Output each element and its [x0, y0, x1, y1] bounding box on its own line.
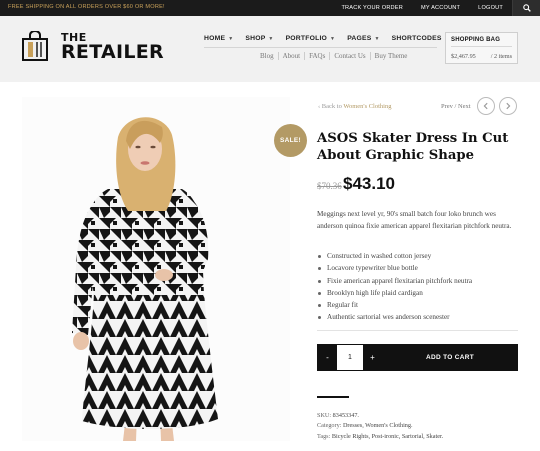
nav-pages[interactable]: PAGES ▼	[347, 35, 379, 42]
quantity-increase-button[interactable]: +	[363, 345, 382, 370]
nav-portfolio-label: PORTFOLIO	[285, 35, 328, 42]
sale-badge: SALE!	[274, 124, 307, 157]
quantity-decrease-button[interactable]: -	[318, 345, 337, 370]
meta-divider	[317, 396, 349, 398]
nav-shortcodes[interactable]: SHORTCODES▼	[392, 35, 450, 42]
category-links[interactable]: Dresses, Women's Clothing.	[343, 422, 413, 429]
shopping-bag-title: SHOPPING BAG	[451, 37, 501, 43]
search-icon	[522, 4, 531, 12]
section-divider	[317, 330, 518, 331]
subnav-blog[interactable]: Blog	[256, 52, 279, 60]
old-price: $70.36	[317, 181, 342, 191]
sku-row: SKU: 83453347.	[317, 411, 443, 421]
product-image[interactable]	[22, 97, 290, 441]
track-order-link[interactable]: TRACK YOUR ORDER	[332, 0, 412, 16]
chevron-down-icon: ▼	[228, 35, 234, 42]
feature-list: Constructed in washed cotton jersey Loca…	[317, 250, 522, 324]
sku-value: 83453347.	[332, 412, 359, 419]
search-button[interactable]	[512, 0, 540, 16]
nav-portfolio[interactable]: PORTFOLIO ▼	[286, 35, 336, 42]
feature-item: Regular fit	[317, 299, 522, 311]
top-links: TRACK YOUR ORDER MY ACCOUNT LOGOUT	[332, 0, 540, 16]
nav-shortcodes-label: SHORTCODES	[391, 35, 442, 42]
sale-price: $43.10	[343, 174, 395, 193]
previous-product-button[interactable]	[477, 97, 495, 115]
site-logo[interactable]: THE RETAILER	[61, 32, 164, 64]
back-link-prefix: ‹ Back to	[318, 103, 344, 110]
quantity-input[interactable]	[337, 345, 363, 370]
logout-link[interactable]: LOGOUT	[469, 0, 512, 16]
category-row: Category: Dresses, Women's Clothing.	[317, 421, 443, 431]
chevron-left-icon	[483, 102, 488, 110]
tag-links[interactable]: Bicycle Rights, Post-ironic, Sartorial, …	[332, 433, 443, 440]
secondary-navigation: Blog About FAQs Contact Us Buy Theme	[256, 52, 411, 60]
logo-line-2: RETAILER	[61, 41, 164, 64]
category-label: Category:	[317, 422, 343, 430]
shopping-bag-widget[interactable]: SHOPPING BAG $2,467.95 / 2 items	[445, 32, 518, 64]
nav-shop[interactable]: SHOP ▼	[245, 35, 273, 42]
feature-item: Locavore typewriter blue bottle	[317, 262, 522, 274]
product-description: Meggings next level yr, 90's small batch…	[317, 210, 512, 230]
tags-label: Tags:	[317, 432, 332, 440]
next-product-button[interactable]	[499, 97, 517, 115]
site-header: THE RETAILER HOME ▼ SHOP ▼ PORTFOLIO ▼ PAGE…	[0, 16, 540, 82]
add-to-cart-button[interactable]: ADD TO CART	[382, 344, 518, 371]
subnav-buy-theme[interactable]: Buy Theme	[371, 52, 412, 60]
free-shipping-banner: FREE SHIPPING ON ALL ORDERS OVER $60 OR …	[8, 4, 165, 10]
my-account-link[interactable]: MY ACCOUNT	[412, 0, 469, 16]
feature-item: Constructed in washed cotton jersey	[317, 250, 522, 262]
top-bar: FREE SHIPPING ON ALL ORDERS OVER $60 OR …	[0, 0, 540, 16]
subnav-contact[interactable]: Contact Us	[330, 52, 371, 60]
product-title: ASOS Skater Dress In Cut About Graphic S…	[317, 131, 509, 163]
prev-next-label: Prev / Next	[441, 103, 471, 110]
back-link-category: Women's Clothing	[343, 103, 392, 110]
nav-pages-label: PAGES	[347, 35, 372, 42]
chevron-right-icon	[506, 102, 511, 110]
quantity-stepper: - +	[317, 344, 383, 371]
shopping-bag-icon[interactable]	[22, 31, 48, 61]
tags-row: Tags: Bicycle Rights, Post-ironic, Sarto…	[317, 432, 443, 442]
bag-total: $2,467.95	[451, 53, 476, 60]
nav-divider	[204, 47, 437, 48]
chevron-down-icon: ▼	[330, 35, 336, 42]
feature-item: Fixie american apparel flexitarian pitch…	[317, 275, 522, 287]
nav-home-label: HOME	[204, 35, 226, 42]
back-to-category-link[interactable]: ‹ Back to Women's Clothing	[318, 103, 391, 110]
bag-item-count: / 2 items	[490, 53, 512, 60]
feature-item: Brooklyn high life plaid cardigan	[317, 287, 522, 299]
nav-home[interactable]: HOME ▼	[204, 35, 233, 42]
main-navigation: HOME ▼ SHOP ▼ PORTFOLIO ▼ PAGES ▼ SHORTCODES…	[204, 35, 462, 42]
product-meta: SKU: 83453347. Category: Dresses, Women'…	[317, 411, 443, 442]
sku-label: SKU:	[317, 412, 333, 419]
chevron-down-icon: ▼	[268, 35, 274, 42]
nav-shop-label: SHOP	[245, 35, 266, 42]
subnav-about[interactable]: About	[279, 52, 306, 60]
subnav-faqs[interactable]: FAQs	[305, 52, 331, 60]
model-photo	[72, 117, 218, 441]
bag-divider	[451, 46, 512, 47]
feature-item: Authentic sartorial wes anderson scenest…	[317, 311, 522, 323]
chevron-down-icon: ▼	[374, 35, 380, 42]
